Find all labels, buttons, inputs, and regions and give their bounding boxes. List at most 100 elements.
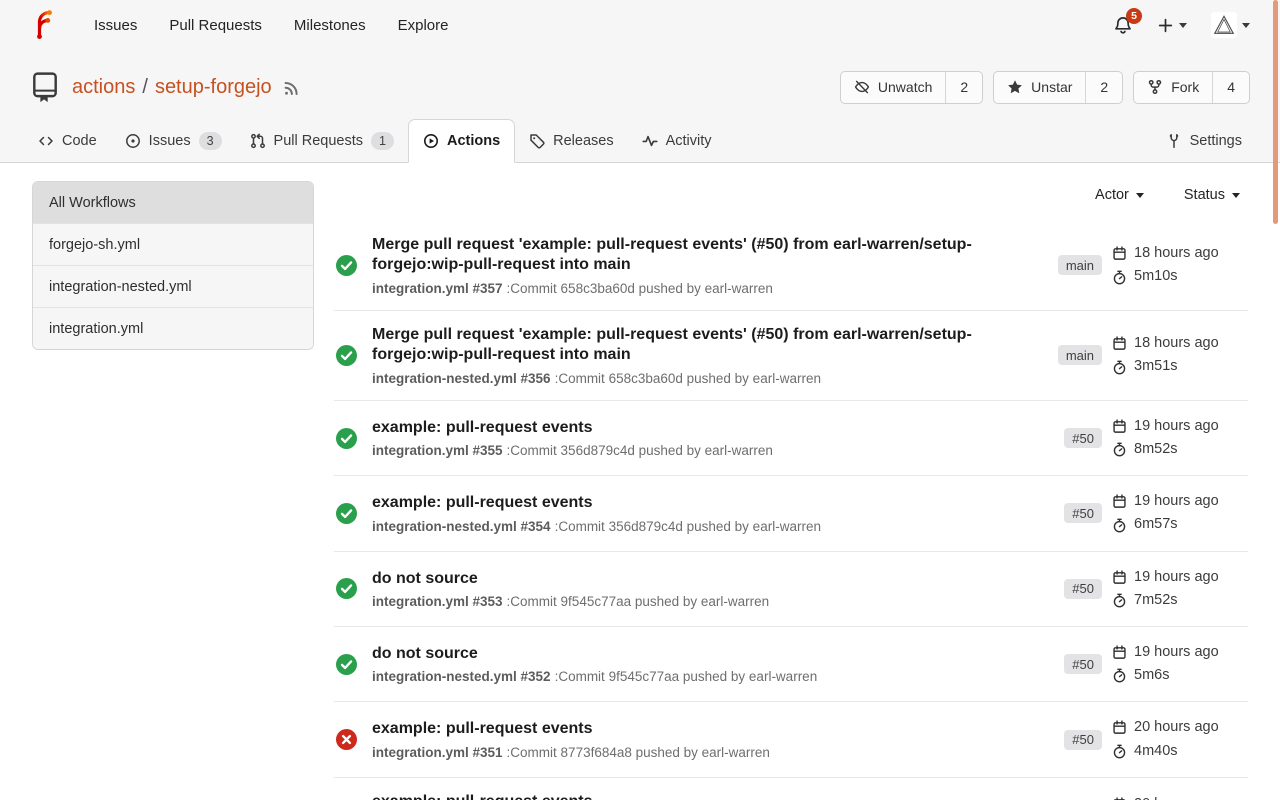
run-title[interactable]: example: pull-request events <box>372 418 773 438</box>
forgejo-logo-icon[interactable] <box>28 8 62 42</box>
run-title[interactable]: do not source <box>372 569 769 589</box>
ref-badge[interactable]: #50 <box>1064 730 1102 750</box>
run-workflow-ref[interactable]: integration.yml #355 <box>372 443 503 458</box>
status-filter-dropdown[interactable]: Status <box>1184 187 1240 203</box>
ref-badge[interactable]: #50 <box>1064 654 1102 674</box>
ref-badge[interactable]: #50 <box>1064 579 1102 599</box>
calendar-icon <box>1112 419 1127 434</box>
run-commit-info: :Commit 9f545c77aa pushed by earl-warren <box>555 669 818 684</box>
notifications-button[interactable]: 5 <box>1113 15 1133 35</box>
run-time: 19 hours ago <box>1134 566 1219 589</box>
user-menu-button[interactable] <box>1211 12 1250 38</box>
run-title[interactable]: Merge pull request 'example: pull-reques… <box>372 325 994 366</box>
tab-releases[interactable]: Releases <box>515 120 627 162</box>
run-title[interactable]: example: pull-request events <box>372 719 770 739</box>
stopwatch-icon <box>1112 360 1127 375</box>
pull-request-icon <box>250 133 266 149</box>
page-scrollbar[interactable] <box>1273 0 1278 224</box>
fork-button[interactable]: Fork 4 <box>1133 71 1250 104</box>
ref-badge[interactable]: #50 <box>1064 503 1102 523</box>
run-workflow-ref[interactable]: integration.yml #353 <box>372 594 503 609</box>
unstar-button[interactable]: Unstar 2 <box>993 71 1123 104</box>
issues-count-badge: 3 <box>199 132 222 150</box>
fork-count[interactable]: 4 <box>1213 72 1249 103</box>
workflow-run-row[interactable]: example: pull-request events integration… <box>334 701 1248 776</box>
sidebar-item-all-workflows[interactable]: All Workflows <box>33 182 313 223</box>
fork-icon <box>1147 79 1163 95</box>
workflow-run-row[interactable]: do not source integration-nested.yml #35… <box>334 626 1248 701</box>
workflows-sidebar: All Workflows forgejo-sh.yml integration… <box>32 181 314 800</box>
run-title[interactable]: do not source <box>372 644 817 664</box>
workflow-run-row[interactable]: do not source integration.yml #353:Commi… <box>334 551 1248 626</box>
check-circle-icon <box>336 578 357 599</box>
run-time: 18 hours ago <box>1134 242 1219 265</box>
run-workflow-ref[interactable]: integration-nested.yml #356 <box>372 371 551 386</box>
run-subtitle: integration-nested.yml #356 :Commit 658c3… <box>372 371 994 386</box>
repo-owner-link[interactable]: actions <box>72 76 135 99</box>
code-icon <box>38 133 54 149</box>
rss-icon[interactable] <box>282 78 301 97</box>
workflow-run-row[interactable]: Merge pull request 'example: pull-reques… <box>334 221 1248 310</box>
run-workflow-ref[interactable]: integration.yml #357 <box>372 281 503 296</box>
breadcrumb-separator: / <box>142 76 148 99</box>
run-workflow-ref[interactable]: integration-nested.yml #352 <box>372 669 551 684</box>
workflow-run-row[interactable]: example: pull-request events integration… <box>334 400 1248 475</box>
unwatch-label: Unwatch <box>878 79 932 95</box>
tab-issues[interactable]: Issues 3 <box>111 120 236 162</box>
create-new-button[interactable] <box>1157 17 1187 34</box>
repo-action-buttons: Unwatch 2 Unstar 2 <box>840 71 1250 104</box>
run-commit-info: :Commit 8773f684a8 pushed by earl-warren <box>507 745 770 760</box>
run-workflow-ref[interactable]: integration-nested.yml #354 <box>372 519 551 534</box>
nav-milestones[interactable]: Milestones <box>278 17 382 34</box>
workflow-run-row[interactable]: Merge pull request 'example: pull-reques… <box>334 310 1248 400</box>
actor-filter-label: Actor <box>1095 187 1129 203</box>
tab-pull-requests[interactable]: Pull Requests 1 <box>236 120 408 162</box>
run-subtitle: integration.yml #355:Commit 356d879c4d p… <box>372 443 773 458</box>
run-duration: 4m40s <box>1134 740 1178 763</box>
run-title[interactable]: example: pull-request events <box>372 792 818 800</box>
ref-badge[interactable]: #50 <box>1064 428 1102 448</box>
repo-book-icon <box>30 70 60 104</box>
nav-explore[interactable]: Explore <box>382 17 465 34</box>
run-time: 20 hours ago <box>1134 793 1219 800</box>
workflow-run-row[interactable]: example: pull-request events integration… <box>334 777 1248 800</box>
tab-label: Activity <box>666 133 712 149</box>
check-circle-icon <box>336 503 357 524</box>
wrench-icon <box>1166 133 1182 149</box>
actor-filter-dropdown[interactable]: Actor <box>1095 187 1144 203</box>
run-duration: 6m57s <box>1134 513 1178 536</box>
run-commit-info: :Commit 658c3ba60d pushed by earl-warren <box>507 281 773 296</box>
ref-badge[interactable]: main <box>1058 345 1102 365</box>
calendar-icon <box>1112 645 1127 660</box>
sidebar-item-integration-nested[interactable]: integration-nested.yml <box>33 265 313 307</box>
run-duration: 8m52s <box>1134 438 1178 461</box>
nav-pull-requests[interactable]: Pull Requests <box>153 17 278 34</box>
tab-label: Issues <box>149 133 191 149</box>
run-title[interactable]: Merge pull request 'example: pull-reques… <box>372 235 994 276</box>
workflow-run-row[interactable]: example: pull-request events integration… <box>334 475 1248 550</box>
run-duration: 3m51s <box>1134 355 1178 378</box>
issue-icon <box>125 133 141 149</box>
run-time: 20 hours ago <box>1134 716 1219 739</box>
repo-name-link[interactable]: setup-forgejo <box>155 76 272 99</box>
tab-code[interactable]: Code <box>24 120 111 162</box>
sidebar-item-forgejo-sh[interactable]: forgejo-sh.yml <box>33 223 313 265</box>
chevron-down-icon <box>1136 193 1144 202</box>
tab-settings[interactable]: Settings <box>1152 120 1256 162</box>
run-workflow-ref[interactable]: integration.yml #351 <box>372 745 503 760</box>
calendar-icon <box>1112 336 1127 351</box>
star-count[interactable]: 2 <box>1086 72 1122 103</box>
tab-activity[interactable]: Activity <box>628 120 726 162</box>
sidebar-item-integration[interactable]: integration.yml <box>33 307 313 349</box>
nav-issues[interactable]: Issues <box>78 17 153 34</box>
tab-actions[interactable]: Actions <box>408 119 515 163</box>
ref-badge[interactable]: main <box>1058 255 1102 275</box>
run-commit-info: :Commit 658c3ba60d pushed by earl-warren <box>555 371 821 386</box>
fork-label: Fork <box>1171 79 1199 95</box>
unwatch-button[interactable]: Unwatch 2 <box>840 71 983 104</box>
star-icon <box>1007 79 1023 95</box>
run-title[interactable]: example: pull-request events <box>372 493 821 513</box>
watch-count[interactable]: 2 <box>946 72 982 103</box>
run-duration: 5m10s <box>1134 265 1178 288</box>
chevron-down-icon <box>1179 23 1187 32</box>
